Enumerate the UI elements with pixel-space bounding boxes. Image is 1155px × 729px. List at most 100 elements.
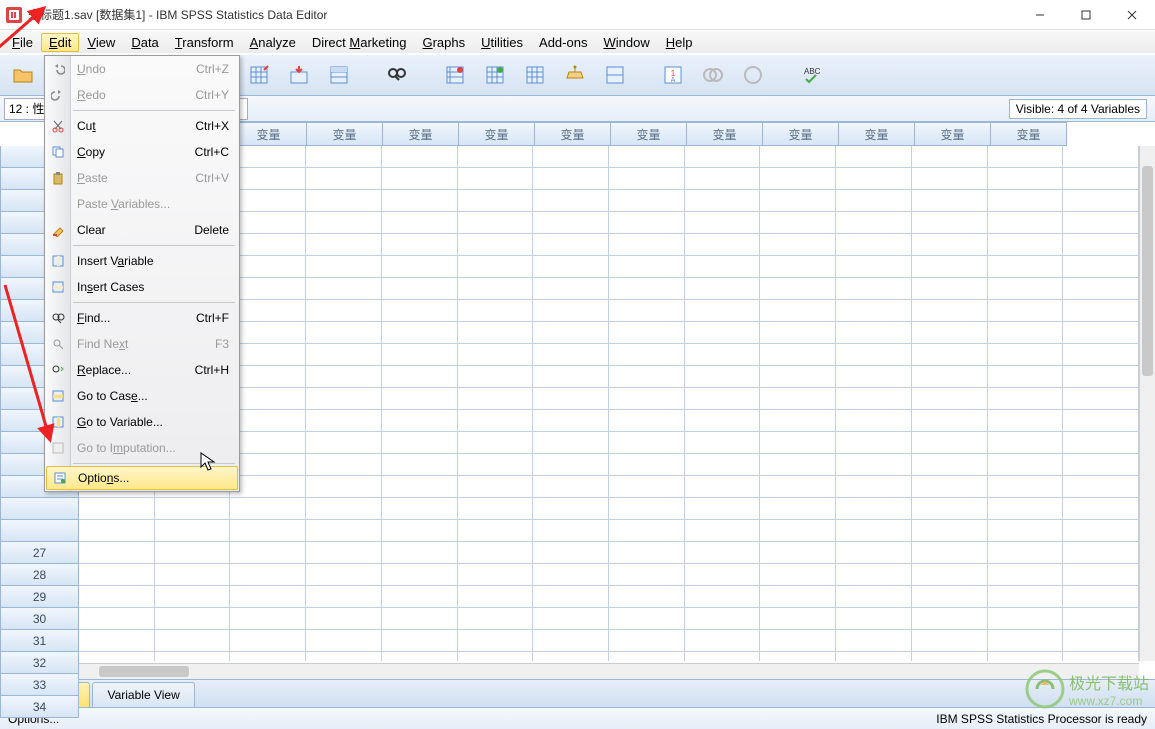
grid-cell[interactable] (1063, 432, 1139, 454)
grid-cell[interactable] (836, 322, 912, 344)
grid-cell[interactable] (230, 212, 306, 234)
grid-cell[interactable] (609, 630, 685, 652)
grid-cell[interactable] (685, 300, 761, 322)
grid-cell[interactable] (760, 564, 836, 586)
grid-cell[interactable] (836, 608, 912, 630)
grid-cell[interactable] (912, 168, 988, 190)
grid-cell[interactable] (458, 454, 534, 476)
grid-cell[interactable] (836, 256, 912, 278)
grid-cell[interactable] (230, 432, 306, 454)
grid-cell[interactable] (836, 410, 912, 432)
grid-cell[interactable] (1063, 344, 1139, 366)
grid-cell[interactable] (760, 498, 836, 520)
grid-cell[interactable] (685, 630, 761, 652)
grid-cell[interactable] (912, 190, 988, 212)
grid-cell[interactable] (230, 300, 306, 322)
grid-cell[interactable] (382, 564, 458, 586)
grid-cell[interactable] (533, 520, 609, 542)
grid-cell[interactable] (912, 322, 988, 344)
grid-cell[interactable] (79, 520, 155, 542)
grid-cell[interactable] (988, 168, 1064, 190)
grid-cell[interactable] (836, 476, 912, 498)
grid-cell[interactable] (609, 256, 685, 278)
grid-cell[interactable] (1063, 454, 1139, 476)
grid-cell[interactable] (533, 146, 609, 168)
grid-cell[interactable] (760, 190, 836, 212)
row-header[interactable] (0, 498, 79, 520)
grid-cell[interactable] (609, 608, 685, 630)
grid-cell[interactable] (382, 366, 458, 388)
grid-cell[interactable] (685, 146, 761, 168)
grid-cell[interactable] (382, 278, 458, 300)
scroll-thumb[interactable] (1142, 166, 1153, 376)
grid-cell[interactable] (306, 630, 382, 652)
grid-cell[interactable] (988, 586, 1064, 608)
scroll-thumb[interactable] (99, 666, 189, 677)
grid-cell[interactable] (760, 322, 836, 344)
grid-cell[interactable] (306, 520, 382, 542)
grid-cell[interactable] (836, 212, 912, 234)
grid-cell[interactable] (760, 586, 836, 608)
grid-cell[interactable] (760, 630, 836, 652)
grid-cell[interactable] (79, 586, 155, 608)
grid-cell[interactable] (836, 146, 912, 168)
menu-data[interactable]: Data (123, 33, 166, 52)
grid-cell[interactable] (533, 256, 609, 278)
tool-icon-3[interactable] (322, 58, 356, 92)
minimize-button[interactable] (1017, 0, 1063, 30)
grid-cell[interactable] (836, 542, 912, 564)
grid-cell[interactable] (685, 256, 761, 278)
column-header[interactable]: 变量 (915, 122, 991, 146)
grid-cell[interactable] (1063, 652, 1139, 661)
grid-cell[interactable] (230, 234, 306, 256)
tool-icon-9[interactable] (736, 58, 770, 92)
grid-cell[interactable] (988, 278, 1064, 300)
grid-cell[interactable] (382, 498, 458, 520)
grid-cell[interactable] (988, 652, 1064, 661)
grid-cell[interactable] (836, 454, 912, 476)
grid-cell[interactable] (458, 564, 534, 586)
grid-cell[interactable] (685, 322, 761, 344)
grid-cell[interactable] (382, 432, 458, 454)
grid-cell[interactable] (988, 520, 1064, 542)
grid-cell[interactable] (1063, 410, 1139, 432)
menu-item-insert-cases[interactable]: Insert Cases (45, 274, 239, 300)
grid-cell[interactable] (988, 542, 1064, 564)
grid-cell[interactable] (230, 564, 306, 586)
grid-cell[interactable] (836, 432, 912, 454)
grid-cell[interactable] (1063, 168, 1139, 190)
grid-cell[interactable] (533, 432, 609, 454)
grid-cell[interactable] (609, 300, 685, 322)
grid-cell[interactable] (1063, 366, 1139, 388)
grid-cell[interactable] (685, 564, 761, 586)
grid-cell[interactable] (912, 454, 988, 476)
grid-cell[interactable] (685, 498, 761, 520)
grid-cell[interactable] (382, 344, 458, 366)
grid-cell[interactable] (760, 344, 836, 366)
column-header[interactable]: 变量 (307, 122, 383, 146)
column-header[interactable]: 变量 (231, 122, 307, 146)
grid-cell[interactable] (79, 630, 155, 652)
grid-cell[interactable] (306, 564, 382, 586)
grid-cell[interactable] (912, 256, 988, 278)
grid-cell[interactable] (836, 388, 912, 410)
grid-cell[interactable] (988, 322, 1064, 344)
grid-cell[interactable] (988, 366, 1064, 388)
menu-item-replace[interactable]: Replace...Ctrl+H (45, 357, 239, 383)
grid-cell[interactable] (912, 410, 988, 432)
menu-item-clear[interactable]: ClearDelete (45, 217, 239, 243)
grid-cell[interactable] (230, 190, 306, 212)
grid-cell[interactable] (382, 168, 458, 190)
grid-cell[interactable] (533, 476, 609, 498)
grid-cell[interactable] (685, 168, 761, 190)
grid-cell[interactable] (988, 454, 1064, 476)
grid-cell[interactable] (230, 366, 306, 388)
grid-cell[interactable] (155, 542, 231, 564)
grid-cell[interactable] (609, 146, 685, 168)
grid-cell[interactable] (609, 278, 685, 300)
grid-cell[interactable] (836, 278, 912, 300)
grid-cell[interactable] (306, 454, 382, 476)
grid-cell[interactable] (988, 564, 1064, 586)
grid-cell[interactable] (382, 300, 458, 322)
grid-cell[interactable] (912, 366, 988, 388)
